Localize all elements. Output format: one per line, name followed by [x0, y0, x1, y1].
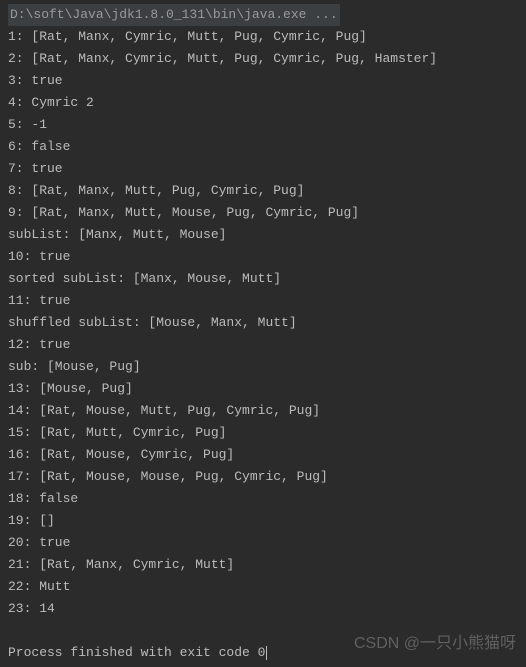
output-line: 10: true — [8, 246, 518, 268]
output-line: 18: false — [8, 488, 518, 510]
output-line: 1: [Rat, Manx, Cymric, Mutt, Pug, Cymric… — [8, 26, 518, 48]
output-line: 11: true — [8, 290, 518, 312]
output-line: 6: false — [8, 136, 518, 158]
output-line: 13: [Mouse, Pug] — [8, 378, 518, 400]
output-line: sorted subList: [Manx, Mouse, Mutt] — [8, 268, 518, 290]
watermark: CSDN @一只小熊猫呀 — [354, 633, 516, 655]
output-line: 19: [] — [8, 510, 518, 532]
output-line: 14: [Rat, Mouse, Mutt, Pug, Cymric, Pug] — [8, 400, 518, 422]
output-line: 12: true — [8, 334, 518, 356]
command-line: D:\soft\Java\jdk1.8.0_131\bin\java.exe .… — [8, 4, 340, 26]
output-line: 2: [Rat, Manx, Cymric, Mutt, Pug, Cymric… — [8, 48, 518, 70]
cursor-icon — [266, 646, 267, 660]
output-line: 21: [Rat, Manx, Cymric, Mutt] — [8, 554, 518, 576]
output-line: subList: [Manx, Mutt, Mouse] — [8, 224, 518, 246]
output-line: 4: Cymric 2 — [8, 92, 518, 114]
output-line: 16: [Rat, Mouse, Cymric, Pug] — [8, 444, 518, 466]
output-line: 15: [Rat, Mutt, Cymric, Pug] — [8, 422, 518, 444]
output-line: 20: true — [8, 532, 518, 554]
output-line: 3: true — [8, 70, 518, 92]
output-line: 22: Mutt — [8, 576, 518, 598]
output-line: 7: true — [8, 158, 518, 180]
output-line: sub: [Mouse, Pug] — [8, 356, 518, 378]
output-line: 5: -1 — [8, 114, 518, 136]
console-output[interactable]: D:\soft\Java\jdk1.8.0_131\bin\java.exe .… — [8, 4, 518, 664]
output-line: shuffled subList: [Mouse, Manx, Mutt] — [8, 312, 518, 334]
output-line: 9: [Rat, Manx, Mutt, Mouse, Pug, Cymric,… — [8, 202, 518, 224]
output-line: 17: [Rat, Mouse, Mouse, Pug, Cymric, Pug… — [8, 466, 518, 488]
output-line: 8: [Rat, Manx, Mutt, Pug, Cymric, Pug] — [8, 180, 518, 202]
output-line: 23: 14 — [8, 598, 518, 620]
